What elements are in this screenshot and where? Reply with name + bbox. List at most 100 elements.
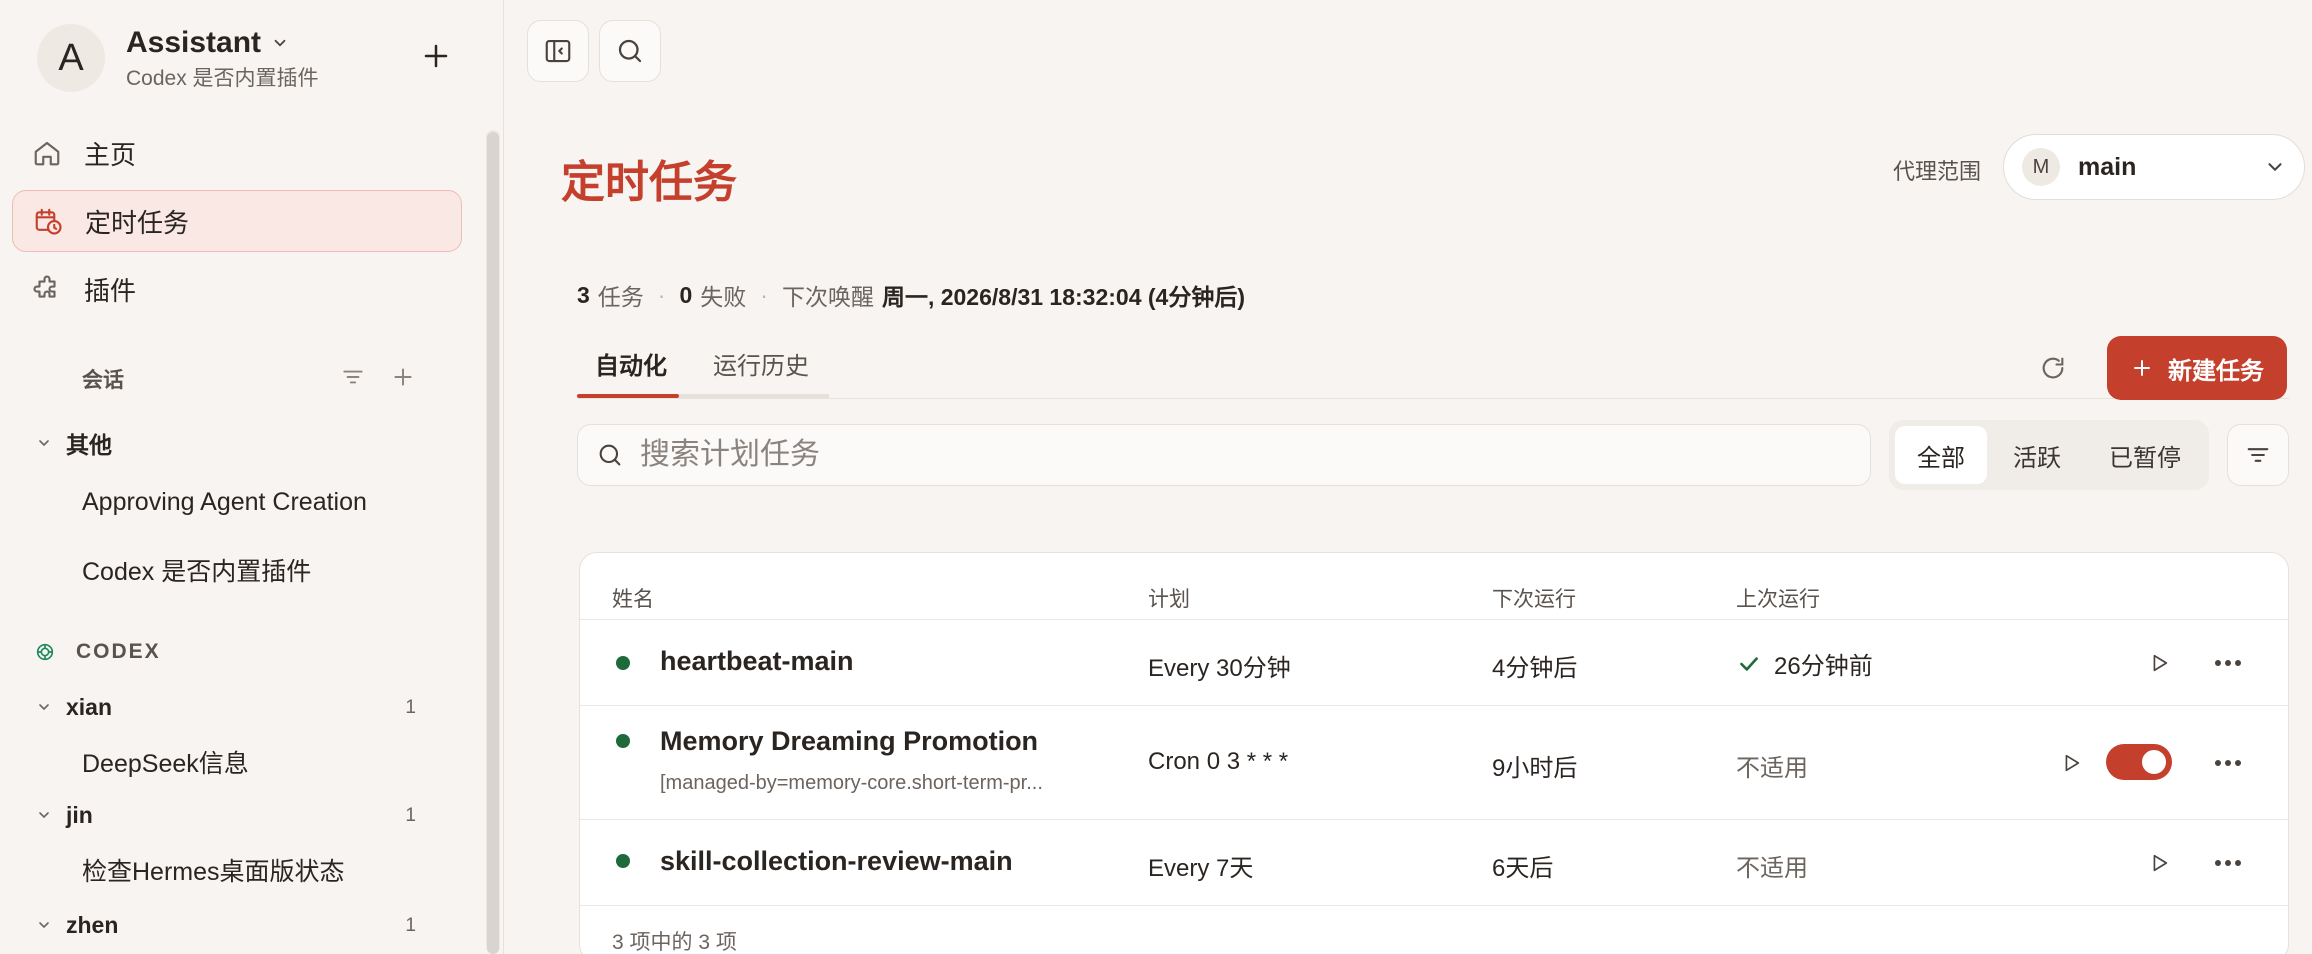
group-name: jin	[66, 802, 93, 828]
sidebar-scrollbar-thumb[interactable]	[487, 132, 499, 954]
task-next-run: 4分钟后	[1492, 655, 1578, 682]
group-count: 1	[405, 914, 416, 936]
sessions-label: 会话	[82, 369, 124, 392]
column-header-last-run[interactable]: 上次运行	[1736, 583, 1820, 613]
new-task-button[interactable]: 新建任务	[2107, 336, 2287, 400]
tab-active-indicator	[577, 394, 679, 398]
workspace-subtitle: Codex 是否内置插件	[126, 67, 319, 90]
codex-group-zhen[interactable]: zhen 1	[36, 912, 416, 939]
status-filter-segmented: 全部 活跃 已暂停	[1889, 420, 2209, 490]
run-now-button[interactable]	[2144, 648, 2174, 678]
session-item[interactable]: Codex 是否内置插件	[82, 552, 311, 588]
plus-icon	[424, 44, 448, 68]
plus-icon	[394, 368, 412, 386]
session-group-other[interactable]: 其他	[36, 426, 416, 460]
tab-inactive-indicator	[679, 394, 829, 398]
nav-item-scheduled-tasks[interactable]: 定时任务	[12, 190, 462, 252]
agent-scope-select[interactable]: M main	[2003, 134, 2305, 200]
task-schedule: Every 7天	[1148, 855, 1254, 882]
workspace-switcher[interactable]: Assistant	[126, 26, 289, 60]
codex-label: CODEX	[76, 640, 161, 663]
sessions-filter-button[interactable]	[340, 364, 366, 395]
segment-active[interactable]: 活跃	[1991, 426, 2083, 484]
task-last-run: 不适用	[1736, 755, 1808, 782]
page-title: 定时任务	[561, 158, 737, 207]
scope-label: 代理范围	[1893, 159, 1982, 184]
tab-divider	[577, 398, 2289, 399]
task-next-run: 6天后	[1492, 855, 1554, 882]
workspace-avatar[interactable]: A	[37, 24, 105, 92]
tab-run-history[interactable]: 运行历史	[713, 346, 809, 381]
column-header-next-run[interactable]: 下次运行	[1492, 583, 1576, 613]
scope-value: main	[2078, 152, 2137, 181]
codex-section-header: CODEX	[34, 640, 161, 664]
more-horizontal-icon	[2215, 660, 2241, 666]
chevron-down-icon	[36, 430, 66, 457]
search-icon	[618, 39, 642, 63]
group-count: 1	[405, 696, 416, 718]
status-active-dot	[616, 734, 630, 748]
group-name: 其他	[66, 432, 112, 458]
task-search[interactable]	[577, 424, 1871, 486]
refresh-icon	[2042, 357, 2064, 379]
puzzle-icon	[33, 275, 56, 298]
sessions-add-button[interactable]	[390, 364, 416, 395]
nav-label: 主页	[84, 139, 137, 170]
table-row[interactable]: Memory Dreaming Promotion [managed-by=me…	[580, 705, 2288, 819]
chevron-down-icon	[36, 802, 66, 829]
sidebar-collapse-icon	[545, 39, 571, 63]
group-count: 1	[405, 804, 416, 826]
column-header-name[interactable]: 姓名	[612, 583, 654, 613]
nav-item-plugins[interactable]: 插件	[12, 258, 462, 320]
chevron-down-icon	[36, 694, 66, 721]
task-description: [managed-by=memory-core.short-term-pr...	[660, 772, 1043, 794]
more-actions-button[interactable]	[2210, 748, 2246, 778]
nav-label: 定时任务	[85, 207, 190, 238]
calendar-clock-icon	[35, 208, 62, 235]
task-last-run: 26分钟前	[1736, 646, 1873, 681]
next-wake-label: 下次唤醒	[781, 284, 874, 310]
codex-group-jin[interactable]: jin 1	[36, 802, 416, 829]
status-active-dot	[616, 656, 630, 670]
search-button[interactable]	[599, 20, 661, 82]
nav-label: 插件	[84, 275, 137, 306]
nav-item-home[interactable]: 主页	[12, 122, 462, 184]
failed-count: 0	[679, 281, 693, 308]
task-name[interactable]: heartbeat-main	[660, 646, 854, 677]
more-actions-button[interactable]	[2210, 848, 2246, 878]
workspace-name: Assistant	[126, 26, 262, 59]
search-input[interactable]	[640, 438, 1840, 472]
tab-automation[interactable]: 自动化	[595, 346, 667, 381]
table-row[interactable]: heartbeat-main Every 30分钟 4分钟后 26分钟前	[580, 619, 2288, 705]
more-horizontal-icon	[2215, 860, 2241, 866]
refresh-button[interactable]	[2035, 350, 2071, 386]
new-task-label: 新建任务	[2168, 357, 2264, 385]
session-item[interactable]: Approving Agent Creation	[82, 488, 367, 517]
codex-group-xian[interactable]: xian 1	[36, 694, 416, 721]
more-actions-button[interactable]	[2210, 648, 2246, 678]
filter-icon	[2247, 448, 2269, 462]
group-name: zhen	[66, 912, 119, 938]
filter-icon	[343, 370, 363, 384]
tasks-table: 姓名 计划 下次运行 上次运行 heartbeat-main Every 30分…	[579, 552, 2289, 954]
table-row[interactable]: skill-collection-review-main Every 7天 6天…	[580, 819, 2288, 905]
segment-paused[interactable]: 已暂停	[2087, 426, 2203, 484]
run-now-button[interactable]	[2144, 848, 2174, 878]
column-header-schedule[interactable]: 计划	[1148, 583, 1190, 613]
workspace-initial: A	[58, 36, 84, 79]
codex-item[interactable]: DeepSeek信息	[82, 744, 249, 780]
task-enabled-toggle[interactable]	[2106, 744, 2172, 780]
toggle-sidebar-button[interactable]	[527, 20, 589, 82]
group-name: xian	[66, 694, 113, 720]
task-last-run: 不适用	[1736, 855, 1808, 882]
task-name[interactable]: skill-collection-review-main	[660, 846, 1013, 877]
run-now-button[interactable]	[2056, 748, 2086, 778]
more-horizontal-icon	[2215, 760, 2241, 766]
next-wake-value: 周一, 2026/8/31 18:32:04 (4分钟后)	[881, 284, 1245, 310]
new-session-button[interactable]	[416, 36, 456, 76]
task-name[interactable]: Memory Dreaming Promotion	[660, 726, 1038, 757]
filter-button[interactable]	[2227, 424, 2289, 486]
status-active-dot	[616, 854, 630, 868]
segment-all[interactable]: 全部	[1895, 426, 1987, 484]
codex-item[interactable]: 检查Hermes桌面版状态	[82, 852, 345, 888]
